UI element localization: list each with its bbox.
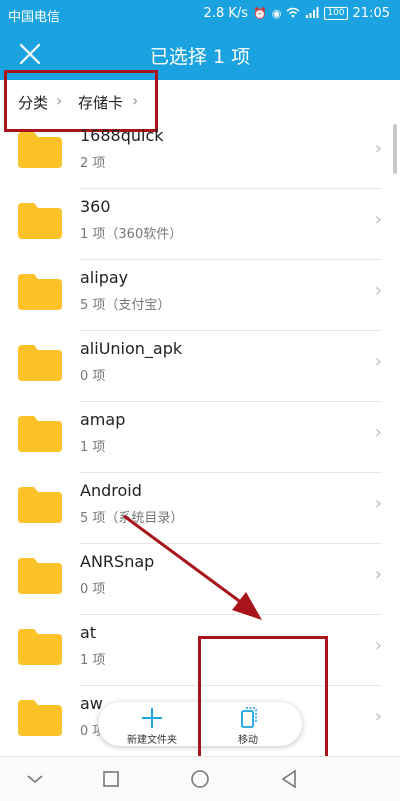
file-info: 1 项 — [80, 653, 106, 668]
file-name: alipay — [80, 268, 129, 287]
back-triangle-icon — [281, 769, 296, 789]
chevron-right-icon: › — [374, 422, 382, 443]
file-name: at — [80, 623, 97, 642]
list-item[interactable]: Android 5 项（系统目录） › — [0, 473, 400, 544]
file-list: 1688quick 2 项 › 360 1 项（360软件） › alipay … — [0, 124, 400, 754]
nav-recents-button[interactable] — [96, 767, 126, 791]
move-button[interactable]: 移动 — [198, 704, 298, 746]
status-bar: 中国电信 2.8 K/s ⏰ ◉ 100 21:05 — [0, 0, 400, 28]
carrier-label: 中国电信 — [8, 10, 61, 25]
file-name: 1688quick — [80, 126, 164, 145]
nav-home-button[interactable] — [185, 767, 215, 791]
folder-icon — [18, 700, 62, 736]
list-item[interactable]: 360 1 项（360软件） › — [0, 189, 400, 260]
scrollbar-thumb[interactable] — [393, 124, 397, 174]
list-item[interactable]: 1688quick 2 项 › — [0, 124, 400, 189]
breadcrumb: 分类 › 存储卡 › — [0, 80, 400, 124]
chevron-right-icon: › — [132, 91, 139, 110]
file-info: 0 项 — [80, 582, 106, 597]
chevron-right-icon: › — [374, 138, 382, 159]
folder-icon — [18, 345, 62, 381]
folder-icon — [18, 416, 62, 452]
file-info: 5 项（支付宝） — [80, 298, 171, 313]
battery-icon: 100 — [324, 7, 348, 20]
breadcrumb-item-storage-card[interactable]: 存储卡 — [78, 92, 123, 113]
action-bar: 新建文件夹 移动 — [98, 702, 302, 746]
signal-icon — [305, 6, 319, 21]
eye-icon: ◉ — [271, 7, 282, 20]
new-folder-label: 新建文件夹 — [127, 735, 177, 746]
list-item[interactable]: aliUnion_apk 0 项 › — [0, 331, 400, 402]
plus-icon — [142, 708, 162, 728]
file-name: Android — [80, 481, 142, 500]
circle-icon — [191, 770, 209, 788]
move-label: 移动 — [238, 735, 258, 746]
file-info: 0 项 — [80, 369, 106, 384]
folder-icon — [18, 487, 62, 523]
file-name: aliUnion_apk — [80, 339, 183, 358]
square-icon — [103, 771, 119, 787]
file-info: 5 项（系统目录） — [80, 511, 184, 526]
chevron-right-icon: › — [374, 351, 382, 372]
new-folder-button[interactable]: 新建文件夹 — [102, 704, 202, 746]
list-item[interactable]: amap 1 项 › — [0, 402, 400, 473]
status-icons: 2.8 K/s ⏰ ◉ 100 21:05 — [204, 6, 390, 21]
clock: 21:05 — [352, 6, 390, 21]
chevron-right-icon: › — [56, 91, 63, 110]
list-item[interactable]: alipay 5 项（支付宝） › — [0, 260, 400, 331]
move-icon — [241, 707, 257, 728]
chevron-right-icon: › — [374, 280, 382, 301]
folder-icon — [18, 203, 62, 239]
chevron-down-icon — [27, 775, 43, 784]
alarm-icon: ⏰ — [253, 7, 267, 20]
folder-icon — [18, 274, 62, 310]
nav-back-button[interactable] — [274, 767, 304, 791]
chevron-right-icon: › — [374, 564, 382, 585]
folder-icon — [18, 629, 62, 665]
nav-hide-button[interactable] — [20, 767, 50, 791]
chevron-right-icon: › — [374, 493, 382, 514]
file-name: amap — [80, 410, 126, 429]
chevron-right-icon: › — [374, 209, 382, 230]
navigation-bar — [0, 756, 400, 801]
wifi-icon — [286, 7, 300, 21]
file-info: 1 项（360软件） — [80, 227, 183, 242]
network-speed: 2.8 K/s — [203, 6, 249, 21]
chevron-right-icon: › — [374, 635, 382, 656]
folder-icon — [18, 132, 62, 168]
list-item[interactable]: ANRSnap 0 项 › — [0, 544, 400, 615]
page-title: 已选择 1 项 — [149, 46, 251, 68]
breadcrumb-item-category[interactable]: 分类 — [18, 92, 48, 113]
folder-icon — [18, 558, 62, 594]
file-name: 360 — [80, 197, 111, 216]
file-name: aw — [80, 694, 103, 713]
list-item[interactable]: at 1 项 › — [0, 615, 400, 686]
title-bar: 已选择 1 项 — [0, 28, 400, 80]
chevron-right-icon: › — [374, 706, 382, 727]
file-name: ANRSnap — [80, 552, 155, 571]
file-info: 1 项 — [80, 440, 106, 455]
file-info: 2 项 — [80, 156, 106, 171]
